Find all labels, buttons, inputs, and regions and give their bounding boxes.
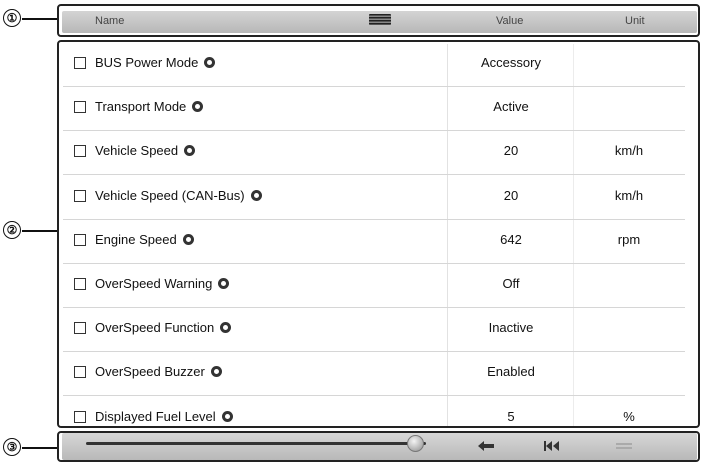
column-header-unit[interactable]: Unit <box>625 15 645 27</box>
menu-icon <box>616 443 632 449</box>
row-value: Enabled <box>487 364 535 380</box>
row-name-text: Displayed Fuel Level <box>95 408 216 424</box>
row-checkbox[interactable] <box>74 57 86 69</box>
menu-button[interactable] <box>612 437 636 455</box>
info-icon[interactable] <box>192 101 204 113</box>
row-unit: km/h <box>614 187 644 203</box>
callout-3-label: ③ <box>3 438 21 456</box>
column-header-value[interactable]: Value <box>496 15 523 27</box>
callout-2: ② <box>2 220 22 240</box>
table-row[interactable]: Vehicle Speed 20 km/h <box>63 132 685 176</box>
row-name-text: OverSpeed Buzzer <box>95 364 205 380</box>
table-row[interactable]: BUS Power Mode Accessory <box>63 44 685 87</box>
info-icon[interactable] <box>182 233 194 245</box>
row-name-text: Transport Mode <box>95 99 187 115</box>
table-row[interactable]: Engine Speed 642 rpm <box>63 221 685 264</box>
callout-1-label: ① <box>3 9 21 27</box>
table-row[interactable]: OverSpeed Function Inactive <box>63 309 685 353</box>
info-icon[interactable] <box>220 322 232 334</box>
row-checkbox[interactable] <box>74 189 86 202</box>
table-row[interactable]: OverSpeed Buzzer Enabled <box>63 353 685 397</box>
row-checkbox[interactable] <box>74 145 86 158</box>
row-name: OverSpeed Buzzer <box>95 364 222 379</box>
row-name-text: Vehicle Speed (CAN-Bus) <box>95 187 245 203</box>
row-unit: % <box>623 408 635 424</box>
row-value: 642 <box>500 231 522 247</box>
row-name: BUS Power Mode <box>95 55 216 70</box>
row-name: OverSpeed Function <box>95 320 232 336</box>
callout-2-label: ② <box>3 221 21 239</box>
column-header-name[interactable]: Name <box>95 15 124 27</box>
row-value: 20 <box>503 143 519 159</box>
row-name-text: Vehicle Speed <box>95 143 179 159</box>
row-checkbox[interactable] <box>74 278 86 290</box>
info-icon[interactable] <box>184 145 196 157</box>
table-row[interactable]: OverSpeed Warning Off <box>63 265 685 308</box>
row-name-text: OverSpeed Function <box>95 320 215 336</box>
callout-2-leader <box>22 230 57 232</box>
callout-3: ③ <box>2 437 22 457</box>
info-icon[interactable] <box>218 278 230 289</box>
playback-slider-thumb[interactable] <box>406 435 424 452</box>
back-arrow-icon <box>478 441 494 451</box>
row-name-text: Engine Speed <box>95 231 177 247</box>
row-name-text: BUS Power Mode <box>95 55 199 70</box>
row-name: Vehicle Speed <box>95 143 196 159</box>
info-icon[interactable] <box>221 410 233 422</box>
skip-to-start-button[interactable] <box>540 437 564 455</box>
row-checkbox[interactable] <box>74 410 86 423</box>
row-value: Off <box>502 276 520 291</box>
back-button[interactable] <box>474 437 498 455</box>
column-header-bar: Name Value Unit <box>62 11 697 33</box>
row-value: 5 <box>507 408 515 424</box>
row-checkbox[interactable] <box>74 101 86 114</box>
playback-slider-track[interactable] <box>86 442 426 445</box>
info-icon[interactable] <box>210 366 222 378</box>
row-name: Engine Speed <box>95 232 194 247</box>
drag-handle-icon[interactable] <box>369 14 391 25</box>
row-unit: km/h <box>614 143 644 159</box>
row-name: Vehicle Speed (CAN-Bus) <box>95 188 262 203</box>
table-row[interactable]: Vehicle Speed (CAN-Bus) 20 km/h <box>63 177 685 220</box>
info-icon[interactable] <box>204 57 216 68</box>
table-row[interactable]: Transport Mode Active <box>63 88 685 132</box>
row-value: Active <box>493 99 529 115</box>
skip-to-start-icon <box>544 441 559 451</box>
row-name-text: OverSpeed Warning <box>95 276 213 291</box>
bottom-toolbar <box>62 433 697 460</box>
row-value: 20 <box>503 187 519 203</box>
row-value: Accessory <box>481 55 541 70</box>
row-checkbox[interactable] <box>74 233 86 246</box>
row-checkbox[interactable] <box>74 366 86 379</box>
row-unit: rpm <box>617 231 641 247</box>
callout-1-leader <box>22 18 57 20</box>
row-name: Transport Mode <box>95 99 204 115</box>
info-icon[interactable] <box>250 189 262 201</box>
callout-3-leader <box>22 447 57 449</box>
row-name: OverSpeed Warning <box>95 276 230 291</box>
row-value: Inactive <box>488 320 534 336</box>
row-name: Displayed Fuel Level <box>95 409 233 424</box>
row-checkbox[interactable] <box>74 322 86 335</box>
callout-1: ① <box>2 8 22 28</box>
